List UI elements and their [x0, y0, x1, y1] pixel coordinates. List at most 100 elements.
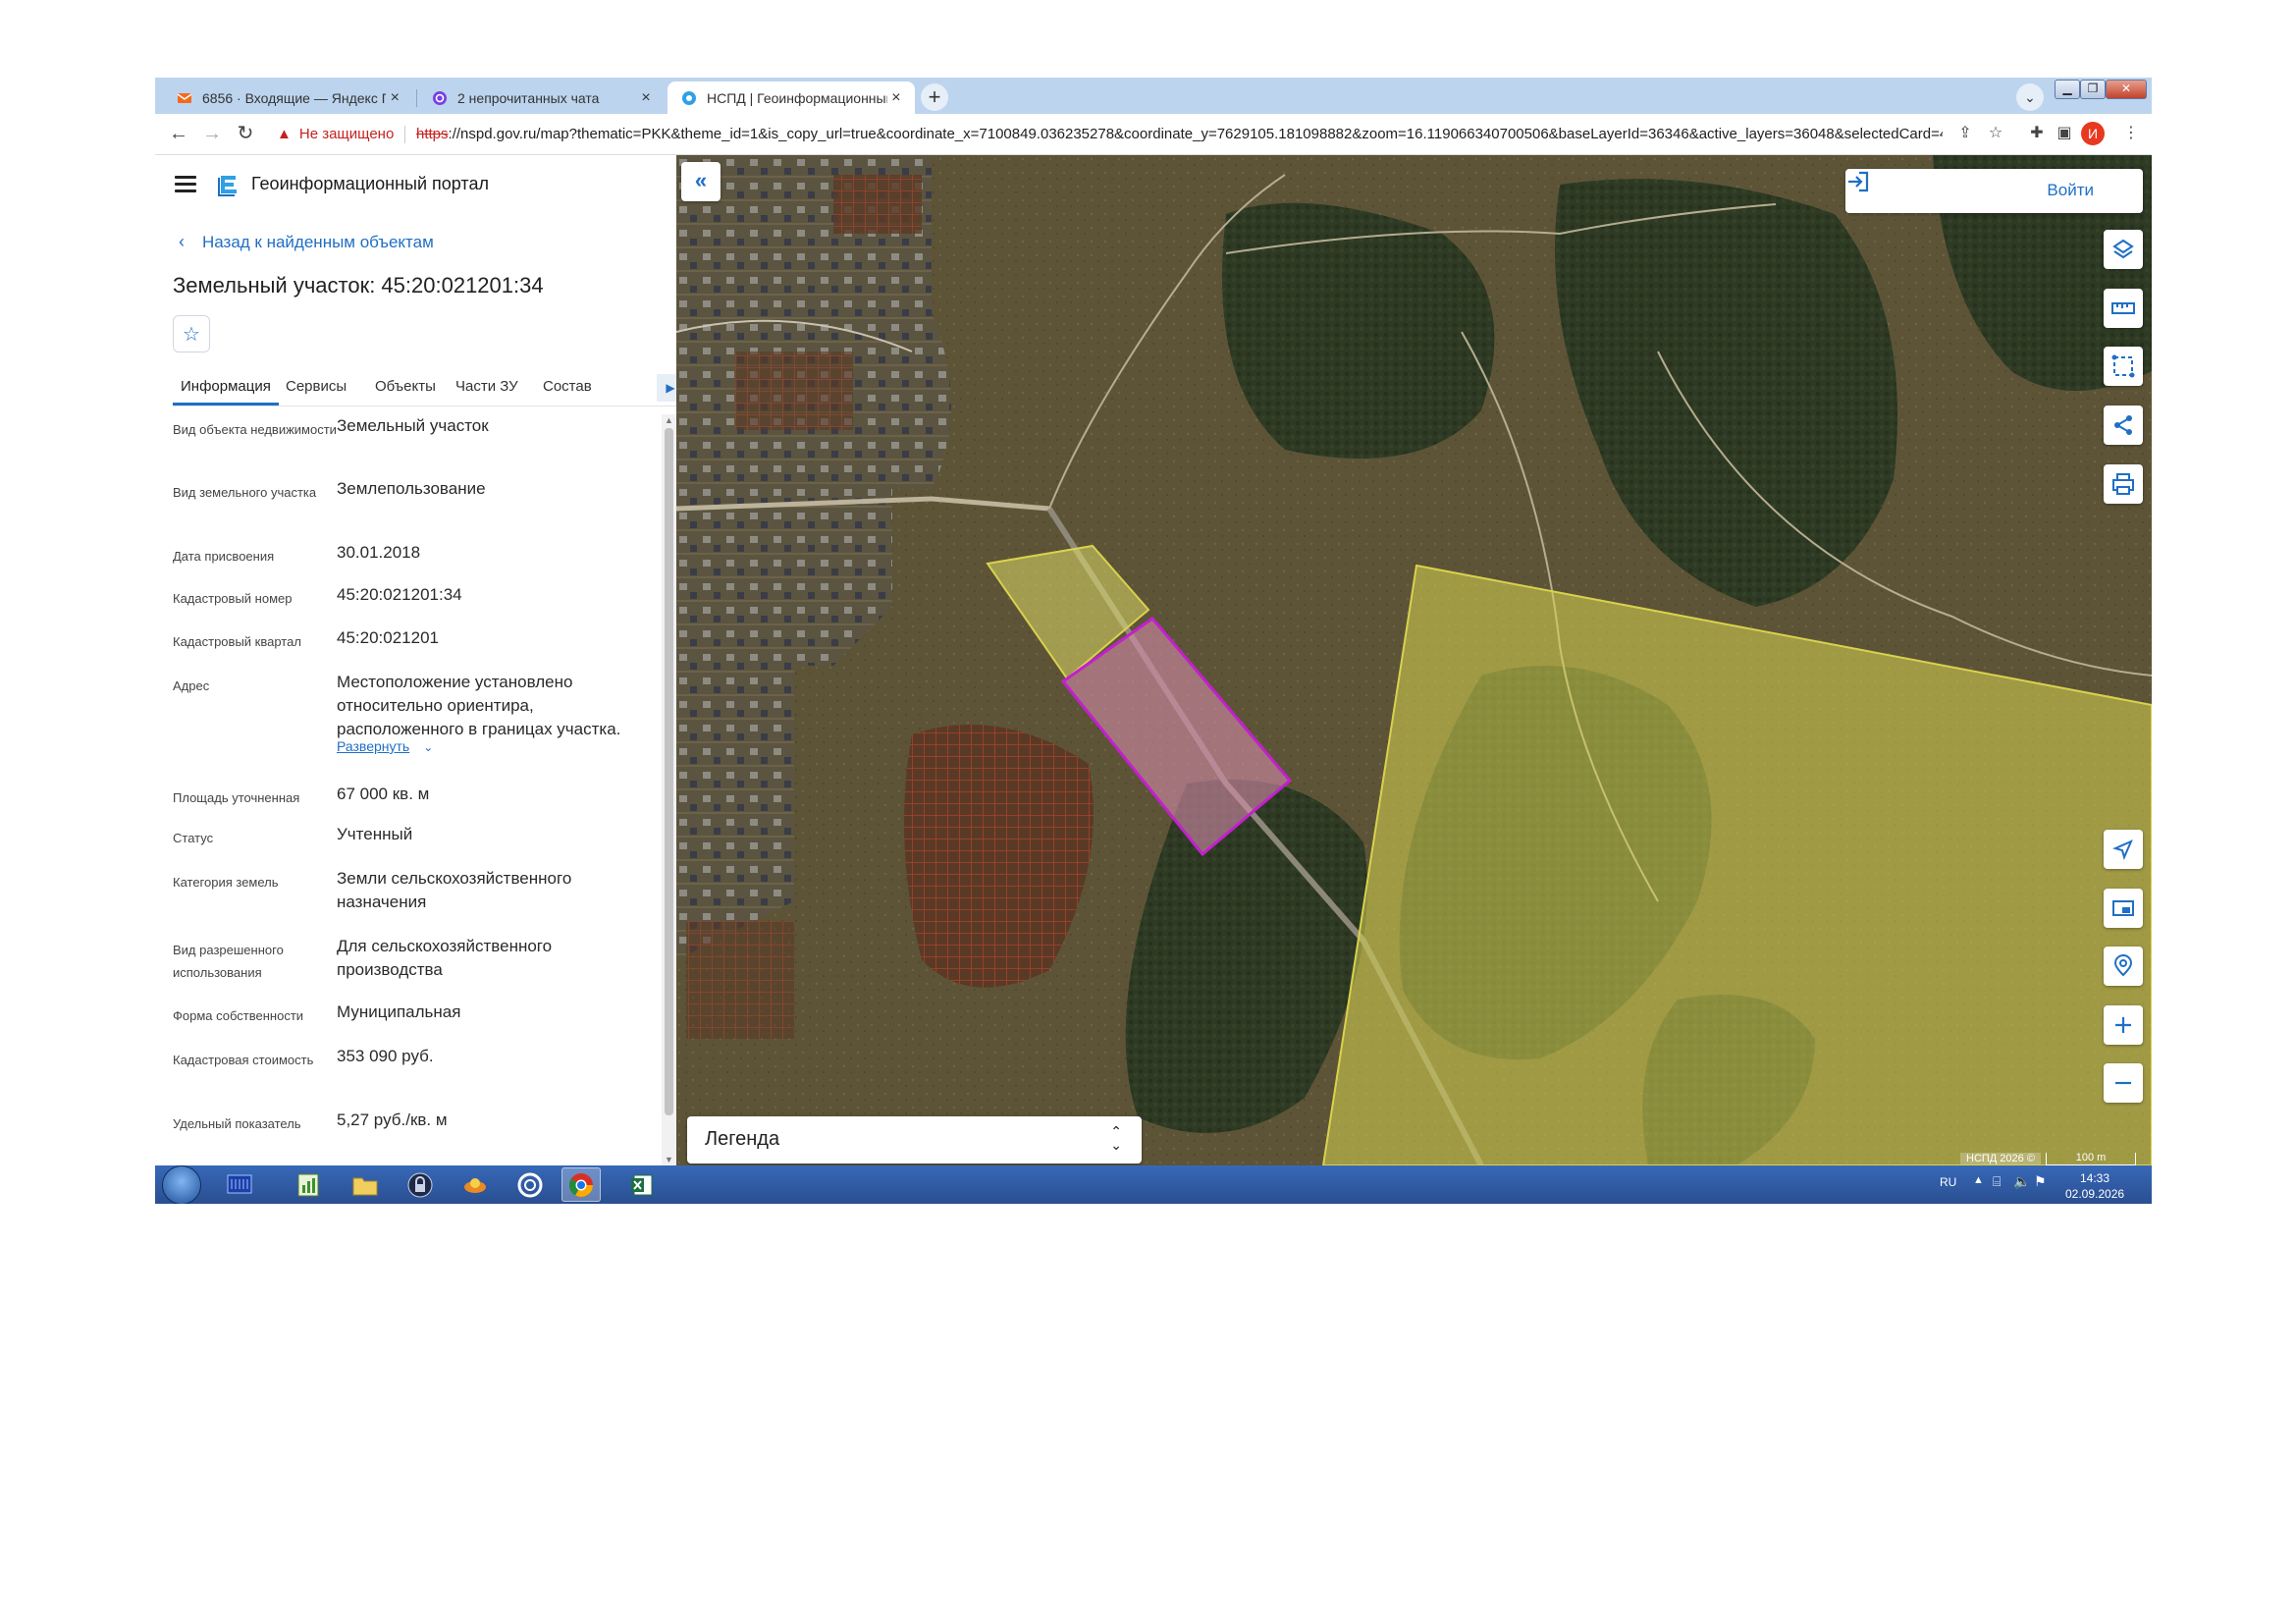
scale-bar: 100 m — [2046, 1153, 2136, 1165]
url-separator — [404, 126, 405, 143]
new-tab-button[interactable]: + — [921, 83, 948, 111]
close-tab-icon[interactable]: × — [386, 89, 403, 107]
volume-icon[interactable]: 🔈 — [2013, 1173, 2030, 1190]
minimize-window-button[interactable]: ▁ — [2055, 80, 2080, 99]
property-label: Адрес — [173, 678, 210, 693]
bookmark-star-icon[interactable]: ☆ — [1985, 123, 2006, 144]
warning-triangle-icon: ▲ — [277, 126, 292, 142]
property-label: Вид земельного участка — [173, 485, 317, 500]
network-tray-icon[interactable]: ⌸ — [1993, 1173, 2001, 1190]
security-lock-icon[interactable] — [400, 1167, 440, 1202]
tab-information[interactable]: Информация — [181, 378, 271, 395]
property-label: Кадастровый квартал — [173, 634, 301, 649]
satellite-imagery — [676, 155, 2152, 1165]
browser-tab-label: 2 непрочитанных чата — [457, 89, 600, 106]
spreadsheet-chart-icon[interactable] — [289, 1167, 328, 1202]
clock-time[interactable]: 14:33 — [2065, 1171, 2124, 1185]
browser-tab-nspd[interactable]: НСПД | Геоинформационный п × — [667, 81, 915, 114]
ruler-icon — [2111, 302, 2135, 314]
browser-tab-chats[interactable]: 2 непрочитанных чата × — [418, 81, 666, 114]
hamburger-menu-icon[interactable] — [175, 176, 196, 193]
expand-link-label: Развернуть — [337, 738, 410, 754]
profile-avatar[interactable]: И — [2081, 122, 2105, 145]
close-tab-icon[interactable]: × — [887, 89, 905, 107]
app-c-logo-icon[interactable] — [510, 1167, 550, 1202]
tab-parcel-parts[interactable]: Части ЗУ — [455, 378, 518, 395]
navigation-arrow-icon — [2112, 839, 2133, 860]
minimap-button[interactable] — [2104, 889, 2143, 928]
back-arrow-icon[interactable]: ← — [167, 122, 190, 145]
app-sun-icon[interactable] — [455, 1167, 495, 1202]
property-label: Статус — [173, 831, 214, 845]
tabs-scroll-right-icon[interactable]: ▶ — [657, 374, 676, 402]
chrome-browser-icon[interactable] — [561, 1167, 601, 1202]
share-icon — [2114, 415, 2132, 435]
my-location-button[interactable] — [2104, 830, 2143, 869]
windows-start-button[interactable] — [163, 1166, 200, 1204]
side-panel-icon[interactable]: ▣ — [2054, 123, 2075, 144]
star-icon: ☆ — [183, 324, 200, 346]
login-button[interactable]: Войти — [1845, 169, 2143, 213]
zoom-out-button[interactable] — [2104, 1063, 2143, 1103]
screen: 6856 · Входящие — Яндекс Почт × 2 непроч… — [155, 78, 2152, 1204]
active-tab-indicator — [173, 403, 279, 406]
layers-button[interactable] — [2104, 230, 2143, 269]
network-monitor-icon[interactable] — [220, 1167, 259, 1202]
property-value: 5,27 руб./кв. м — [337, 1110, 448, 1129]
reload-icon[interactable]: ↻ — [234, 122, 257, 145]
tray-expand-arrow-icon[interactable]: ▲ — [1973, 1174, 1984, 1186]
share-button[interactable] — [2104, 406, 2143, 445]
double-chevron-left-icon: « — [694, 168, 708, 192]
url-field[interactable]: https://nspd.gov.ru/map?thematic=PKK&the… — [416, 126, 1943, 142]
nspd-logo-icon — [682, 90, 696, 105]
restore-window-button[interactable]: ❐ — [2080, 80, 2106, 99]
measure-button[interactable] — [2104, 289, 2143, 328]
panel-scrollbar[interactable]: ▲ ▼ — [662, 414, 676, 1165]
tab-objects[interactable]: Объекты — [375, 378, 436, 395]
not-secure-indicator[interactable]: ▲ Не защищено — [277, 126, 394, 142]
browser-menu-kebab-icon[interactable]: ⋮ — [2120, 123, 2142, 144]
clock-date[interactable]: 02.09.2026 — [2065, 1187, 2124, 1201]
legend-dropdown[interactable]: Легенда ⌃ ⌄ — [687, 1116, 1142, 1164]
zoom-in-button[interactable] — [2104, 1005, 2143, 1045]
up-down-chevron-icon: ⌃ ⌄ — [1110, 1123, 1122, 1153]
favorite-star-button[interactable]: ☆ — [173, 315, 210, 352]
location-search-icon — [2113, 954, 2133, 977]
scroll-down-arrow-icon[interactable]: ▼ — [665, 1155, 673, 1164]
file-explorer-icon[interactable] — [346, 1167, 385, 1202]
expand-address-link[interactable]: Развернуть ⌄ — [337, 738, 433, 754]
print-button[interactable] — [2104, 464, 2143, 504]
search-location-button[interactable] — [2104, 947, 2143, 986]
scrollbar-thumb[interactable] — [665, 428, 673, 1115]
scroll-up-arrow-icon[interactable]: ▲ — [665, 415, 673, 425]
share-page-icon[interactable]: ⇪ — [1954, 123, 1976, 144]
area-select-icon — [2111, 354, 2135, 378]
tab-composition[interactable]: Состав — [543, 378, 592, 395]
layers-icon — [2112, 239, 2134, 259]
forward-arrow-icon[interactable]: → — [200, 122, 224, 145]
select-area-button[interactable] — [2104, 347, 2143, 386]
property-value: 67 000 кв. м — [337, 785, 430, 803]
action-center-flag-icon[interactable]: ⚑ — [2034, 1173, 2047, 1190]
map-view[interactable]: « Войти Легенда ⌃ ⌄ НСПД 2026 © 100 m — [676, 155, 2152, 1165]
extensions-puzzle-icon[interactable]: ✚ — [2026, 123, 2048, 144]
browser-tab-label: 6856 · Входящие — Яндекс Почт — [202, 89, 386, 106]
close-window-button[interactable]: ✕ — [2106, 80, 2147, 99]
excel-icon[interactable] — [622, 1167, 662, 1202]
object-info-panel: Геоинформационный портал ‹ Назад к найде… — [155, 155, 676, 1165]
tab-services[interactable]: Сервисы — [286, 378, 347, 395]
tab-search-chevron-down-icon[interactable]: ⌄ — [2016, 83, 2044, 111]
back-to-results-link[interactable]: ‹ Назад к найденным объектам — [179, 232, 434, 252]
collapse-panel-button[interactable]: « — [681, 162, 721, 201]
property-label: Кадастровая стоимость — [173, 1053, 314, 1067]
keyboard-language[interactable]: RU — [1940, 1175, 1956, 1189]
envelope-icon — [177, 92, 192, 103]
close-tab-icon[interactable]: × — [636, 89, 656, 107]
chevron-left-icon: ‹ — [179, 232, 185, 251]
property-label: Форма собственности — [173, 1008, 304, 1023]
browser-tab-yandex-mail[interactable]: 6856 · Входящие — Яндекс Почт × — [163, 81, 413, 114]
parcel-title: Земельный участок: 45:20:021201:34 — [173, 273, 544, 298]
plus-icon — [2115, 1017, 2131, 1033]
property-label: Вид разрешенного использования — [173, 943, 284, 980]
info-tabs: Информация Сервисы Объекты Части ЗУ Сост… — [173, 370, 676, 406]
